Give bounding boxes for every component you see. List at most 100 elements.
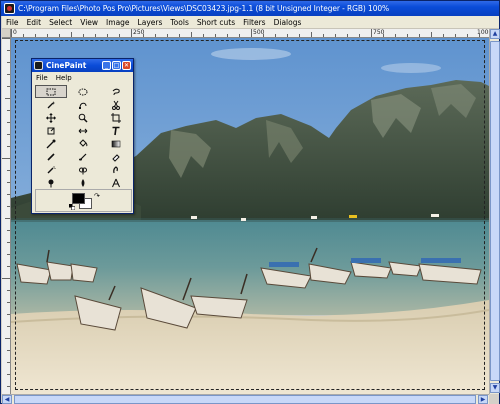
toolbox-menu-help[interactable]: Help <box>52 74 76 82</box>
reset-colors-icon[interactable] <box>69 204 75 210</box>
color-selector: ↷ <box>35 189 132 212</box>
ruler-tick <box>179 34 180 37</box>
resize-grip[interactable] <box>489 394 499 404</box>
menu-short-cuts[interactable]: Short cuts <box>193 18 239 27</box>
ruler-tick <box>7 230 10 231</box>
horizontal-scroll-thumb[interactable] <box>14 395 476 404</box>
ruler-tick <box>7 122 10 123</box>
maximize-button[interactable]: □ <box>112 61 121 70</box>
blur-icon[interactable] <box>67 176 99 189</box>
text-icon[interactable] <box>100 124 132 137</box>
zoom-icon[interactable] <box>67 111 99 124</box>
ruler-tick <box>7 62 10 63</box>
menu-edit[interactable]: Edit <box>23 18 46 27</box>
ruler-tick <box>203 34 204 37</box>
ruler-tick <box>7 146 10 147</box>
transform-icon[interactable] <box>35 124 67 137</box>
toolbox-menu-file[interactable]: File <box>32 74 52 82</box>
scroll-up-arrow-icon[interactable]: ▲ <box>490 29 500 39</box>
lasso-icon[interactable] <box>100 85 132 98</box>
gradient-icon[interactable] <box>100 137 132 150</box>
ruler-tick <box>347 34 348 37</box>
pencil-icon[interactable] <box>35 150 67 163</box>
magic-wand-icon[interactable] <box>35 98 67 111</box>
flip-icon[interactable] <box>67 124 99 137</box>
horizontal-scrollbar[interactable]: ◀ ▶ <box>2 394 489 404</box>
horizontal-ruler[interactable]: 0 250 500 750 1000 <box>11 29 489 38</box>
rect-select-icon[interactable] <box>35 85 68 98</box>
toolbox-window: CinePaint _ □ ✕ File Help ↷ <box>31 58 134 214</box>
menu-image[interactable]: Image <box>102 18 134 27</box>
ruler-tick <box>7 242 10 243</box>
ruler-tick <box>119 34 120 37</box>
scroll-down-arrow-icon[interactable]: ▼ <box>490 383 500 393</box>
ruler-tick <box>383 34 384 37</box>
ruler-tick <box>467 34 468 37</box>
crop-icon[interactable] <box>100 111 132 124</box>
menu-tools[interactable]: Tools <box>166 18 192 27</box>
ruler-tick <box>7 170 10 171</box>
foreground-color-swatch[interactable] <box>72 193 85 204</box>
ruler-tick <box>419 34 420 37</box>
ruler-tick <box>7 182 10 183</box>
ruler-tick <box>227 34 228 37</box>
menu-filters[interactable]: Filters <box>239 18 269 27</box>
ruler-tick <box>47 34 48 37</box>
bezier-select-icon[interactable] <box>67 98 99 111</box>
airbrush-icon[interactable] <box>35 163 67 176</box>
scroll-right-arrow-icon[interactable]: ▶ <box>478 395 488 404</box>
ruler-tick <box>455 34 456 37</box>
close-button[interactable]: ✕ <box>122 61 131 70</box>
window-title-bar[interactable]: C:\Program Files\Photo Pos Pro\Pictures\… <box>1 1 499 16</box>
minimize-button[interactable]: _ <box>102 61 111 70</box>
ruler-tick <box>59 34 60 37</box>
color-picker-icon[interactable] <box>35 137 67 150</box>
cinepaint-icon <box>34 61 43 70</box>
menu-view[interactable]: View <box>76 18 102 27</box>
menu-select[interactable]: Select <box>45 18 76 27</box>
toolbox-menu-bar: File Help <box>32 72 133 83</box>
ruler-tick <box>431 32 432 37</box>
ruler-tick <box>5 338 10 339</box>
menu-layers[interactable]: Layers <box>134 18 167 27</box>
ruler-tick <box>275 34 276 37</box>
eraser-icon[interactable] <box>100 150 132 163</box>
ruler-tick <box>191 32 192 37</box>
measure-icon[interactable] <box>100 176 132 189</box>
ruler-tick <box>71 32 72 37</box>
vertical-scroll-thumb[interactable] <box>490 41 500 381</box>
ruler-label-0: 0 <box>13 29 17 36</box>
smudge-icon[interactable] <box>100 163 132 176</box>
ruler-tick <box>23 34 24 37</box>
menu-file[interactable]: File <box>2 18 23 27</box>
ruler-tick <box>7 110 10 111</box>
scissors-icon[interactable] <box>100 98 132 111</box>
move-icon[interactable] <box>35 111 67 124</box>
ruler-tick <box>7 194 10 195</box>
toolbox-title-bar[interactable]: CinePaint _ □ ✕ <box>32 59 133 72</box>
ruler-tick <box>7 290 10 291</box>
vertical-scrollbar[interactable]: ▲ ▼ <box>489 29 500 394</box>
menu-dialogs[interactable]: Dialogs <box>270 18 306 27</box>
menu-bar: File Edit Select View Image Layers Tools… <box>2 16 499 29</box>
ruler-tick <box>35 34 36 37</box>
scroll-left-arrow-icon[interactable]: ◀ <box>2 395 12 404</box>
ruler-tick <box>7 302 10 303</box>
swap-colors-icon[interactable]: ↷ <box>94 192 100 200</box>
dodge-burn-icon[interactable] <box>35 176 67 189</box>
ruler-tick <box>215 34 216 37</box>
paintbrush-icon[interactable] <box>67 150 99 163</box>
ruler-tick <box>7 206 10 207</box>
bucket-fill-icon[interactable] <box>67 137 99 150</box>
ruler-corner[interactable] <box>2 29 11 38</box>
ruler-tick <box>2 38 10 39</box>
ruler-tick <box>143 34 144 37</box>
vertical-ruler[interactable] <box>2 38 11 394</box>
ruler-tick <box>323 34 324 37</box>
ellipse-select-icon[interactable] <box>67 85 99 98</box>
ruler-tick <box>251 29 252 37</box>
clone-icon[interactable] <box>67 163 99 176</box>
ruler-tick <box>239 34 240 37</box>
ruler-tick <box>167 34 168 37</box>
ruler-tick <box>371 29 372 37</box>
